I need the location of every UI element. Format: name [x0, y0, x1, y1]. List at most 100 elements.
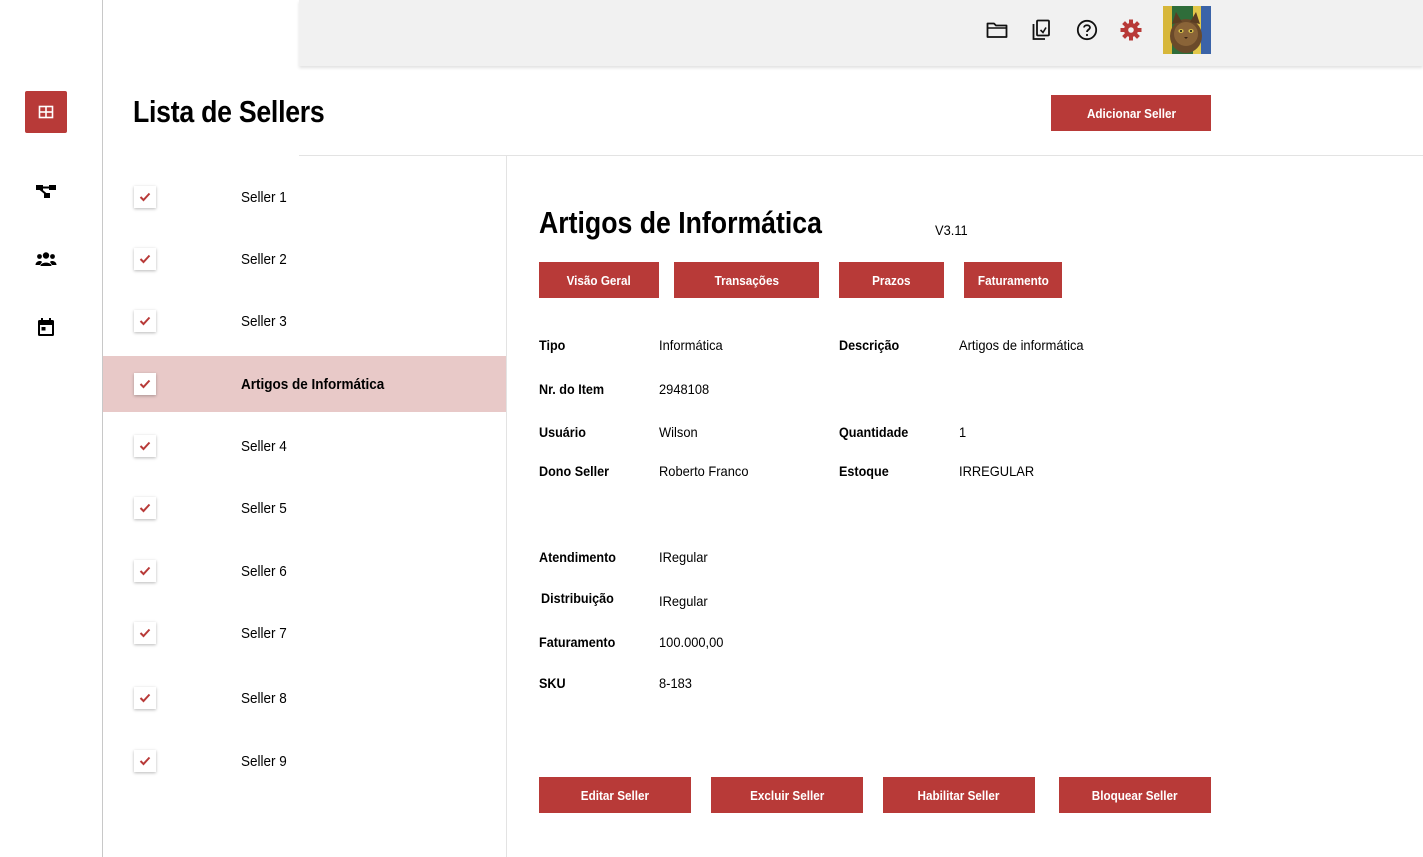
seller-list-item[interactable]: Seller 4 [103, 418, 506, 474]
check-icon [139, 316, 151, 326]
field-label-distribuicao: Distribuição [541, 590, 614, 606]
seller-list-item[interactable]: Seller 8 [103, 670, 506, 726]
nav-workflow-button[interactable] [25, 170, 67, 212]
seller-name: Seller 4 [241, 437, 287, 455]
help-icon [1076, 19, 1098, 41]
field-label-dono-seller: Dono Seller [539, 463, 610, 479]
block-seller-button[interactable]: Bloquear Seller [1059, 777, 1211, 813]
detail-title: Artigos de Informática [539, 205, 822, 240]
header-divider [299, 155, 1423, 156]
edit-seller-button[interactable]: Editar Seller [539, 777, 691, 813]
check-icon [139, 379, 151, 389]
check-icon [139, 192, 151, 202]
version-label: V3.11 [935, 222, 968, 238]
field-label-estoque: Estoque [839, 463, 889, 479]
seller-checkbox[interactable] [134, 310, 156, 332]
seller-name: Seller 5 [241, 499, 287, 517]
tab-label: Visão Geral [566, 272, 632, 288]
seller-checkbox[interactable] [134, 560, 156, 582]
top-bar [299, 0, 1423, 66]
check-icon [139, 566, 151, 576]
field-value-nr-item: 2948108 [659, 381, 710, 397]
seller-list-item-selected[interactable]: Artigos de Informática [103, 356, 506, 412]
enable-seller-button[interactable]: Habilitar Seller [883, 777, 1035, 813]
field-value-distribuicao: IRegular [659, 593, 708, 609]
field-label-quantidade: Quantidade [839, 424, 909, 440]
tab-faturamento[interactable]: Faturamento [964, 262, 1062, 298]
tab-label: Faturamento [977, 272, 1049, 288]
seller-name: Seller 3 [241, 312, 287, 330]
field-value-faturamento: 100.000,00 [659, 634, 724, 650]
check-icon [139, 441, 151, 451]
add-seller-button[interactable]: Adicionar Seller [1051, 95, 1211, 131]
seller-name: Seller 1 [241, 188, 287, 206]
user-avatar[interactable] [1163, 6, 1211, 54]
field-label-tipo: Tipo [539, 337, 566, 353]
settings-icon [1120, 19, 1142, 41]
seller-name: Seller 8 [241, 689, 287, 707]
check-icon [139, 503, 151, 513]
document-copy-icon [1032, 19, 1050, 40]
tab-label: Prazos [872, 272, 911, 288]
nav-calendar-button[interactable] [25, 306, 67, 348]
field-label-nr-item: Nr. do Item [539, 381, 605, 397]
tab-label: Transações [714, 272, 779, 288]
seller-checkbox[interactable] [134, 750, 156, 772]
field-value-estoque: IRREGULAR [959, 463, 1035, 479]
seller-list-item[interactable]: Seller 5 [103, 480, 506, 536]
seller-name: Artigos de Informática [241, 375, 385, 393]
seller-checkbox[interactable] [134, 497, 156, 519]
seller-list-item[interactable]: Seller 6 [103, 543, 506, 599]
field-label-faturamento: Faturamento [539, 634, 616, 650]
calendar-icon [38, 318, 54, 336]
seller-list-item[interactable]: Seller 7 [103, 605, 506, 661]
users-icon [35, 252, 57, 266]
check-icon [139, 756, 151, 766]
help-button[interactable] [1075, 18, 1099, 42]
check-icon [139, 254, 151, 264]
tab-prazos[interactable]: Prazos [839, 262, 944, 298]
enable-seller-label: Habilitar Seller [918, 787, 1000, 803]
folder-icon [986, 22, 1008, 38]
field-label-usuario: Usuário [539, 424, 586, 440]
seller-name: Seller 6 [241, 562, 287, 580]
field-value-atendimento: IRegular [659, 549, 708, 565]
edit-seller-label: Editar Seller [580, 787, 650, 803]
field-value-descricao: Artigos de informática [959, 337, 1084, 353]
field-label-descricao: Descrição [839, 337, 900, 353]
field-value-usuario: Wilson [659, 424, 698, 440]
nav-users-button[interactable] [25, 238, 67, 280]
seller-checkbox[interactable] [134, 435, 156, 457]
delete-seller-label: Excluir Seller [749, 787, 825, 803]
field-value-dono-seller: Roberto Franco [659, 463, 749, 479]
seller-list-item[interactable]: Seller 1 [103, 169, 506, 225]
seller-name: Seller 9 [241, 752, 287, 770]
field-label-atendimento: Atendimento [539, 549, 617, 565]
tab-transacoes[interactable]: Transações [674, 262, 819, 298]
seller-checkbox[interactable] [134, 248, 156, 270]
avatar-photo [1163, 6, 1211, 54]
page-title: Lista de Sellers [133, 94, 325, 129]
field-label-sku: SKU [539, 675, 566, 691]
seller-checkbox[interactable] [134, 687, 156, 709]
seller-checkbox[interactable] [134, 373, 156, 395]
delete-seller-button[interactable]: Excluir Seller [711, 777, 863, 813]
check-icon [139, 628, 151, 638]
folder-button[interactable] [985, 18, 1009, 42]
field-value-quantidade: 1 [959, 424, 967, 440]
seller-name: Seller 2 [241, 250, 287, 268]
settings-button[interactable] [1119, 18, 1143, 42]
add-seller-label: Adicionar Seller [1086, 105, 1176, 121]
seller-name: Seller 7 [241, 624, 287, 642]
nav-dashboard-button[interactable] [25, 91, 67, 133]
seller-list-item[interactable]: Seller 2 [103, 231, 506, 287]
documents-button[interactable] [1029, 18, 1053, 42]
seller-checkbox[interactable] [134, 186, 156, 208]
seller-list-item[interactable]: Seller 9 [103, 733, 506, 789]
check-icon [139, 693, 151, 703]
side-nav-rail [0, 0, 103, 857]
tab-visao-geral[interactable]: Visão Geral [539, 262, 659, 298]
seller-checkbox[interactable] [134, 622, 156, 644]
field-value-sku: 8-183 [659, 675, 692, 691]
seller-list-item[interactable]: Seller 3 [103, 293, 506, 349]
